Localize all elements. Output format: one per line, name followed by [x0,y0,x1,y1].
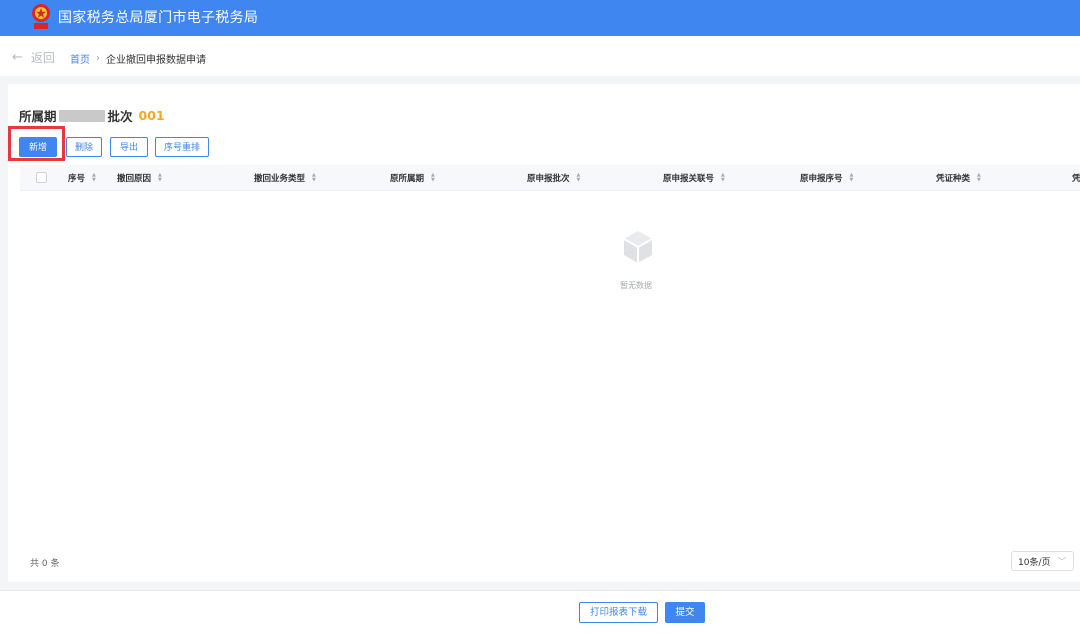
back-button[interactable]: ← 返回 [12,49,55,66]
column-header[interactable]: 原所属期 ▲ ▼ [390,172,435,185]
table-header: 序号 ▲ ▼ 撤回原因 ▲ ▼ 撤回业务类型 ▲ ▼ 原所属期 ▲ ▼ 原申报批次 ▲ ▼ 原申报关… [20,165,1080,191]
column-header[interactable]: 原申报序号 ▲ ▼ [800,172,854,185]
redacted-period-value [58,109,105,122]
back-label: 返回 [30,51,55,65]
column-header[interactable]: 撤回原因 ▲ ▼ [117,172,162,185]
breadcrumb-current: 企业撤回申报数据申请 [106,55,206,66]
sort-icon[interactable]: ▲ ▼ [721,173,725,183]
main-card: 所属期 批次 001 新增 删除 导出 序号重排 序号 ▲ ▼ 撤回原因 ▲ ▼ 撤回业… [8,84,1080,582]
select-all-checkbox[interactable] [36,172,47,183]
breadcrumb-home[interactable]: 首页 [70,51,90,66]
breadcrumb-bar: ← 返回 首页 › 企业撤回申报数据申请 [0,36,1080,76]
breadcrumb: 首页 › 企业撤回申报数据申请 [70,51,206,66]
empty-box-icon [623,231,653,263]
footer-bar: 打印报表下载 提交 [0,590,1080,634]
column-header[interactable]: 原申报关联号 ▲ ▼ [663,172,725,185]
empty-state-text: 暂无数据 [620,281,652,290]
column-header[interactable]: 撤回业务类型 ▲ ▼ [254,172,316,185]
app-title: 国家税务总局厦门市电子税务局 [58,10,259,26]
export-button[interactable]: 导出 [110,137,148,157]
delete-button[interactable]: 删除 [66,137,102,157]
page-size-value: 10条/页 [1018,557,1051,568]
sort-icon[interactable]: ▲ ▼ [92,173,96,183]
arrow-left-icon: ← [12,50,23,65]
column-header[interactable]: 序号 ▲ ▼ [68,172,96,185]
app-header: 国家税务总局厦门市电子税务局 [0,0,1080,36]
add-button[interactable]: 新增 [19,137,57,157]
print-download-button[interactable]: 打印报表下载 [579,602,658,623]
submit-button[interactable]: 提交 [665,602,705,623]
chevron-right-icon: › [96,53,100,64]
column-header[interactable]: 凭证种类 ▲ ▼ [936,172,981,185]
sort-icon[interactable]: ▲ ▼ [158,173,162,183]
batch-label: 批次 [107,109,133,124]
period-batch-info: 所属期 批次 001 [19,106,165,125]
sort-icon[interactable]: ▲ ▼ [977,173,981,183]
column-header[interactable]: 原申报批次 ▲ ▼ [527,172,581,185]
sort-icon[interactable]: ▲ ▼ [312,173,316,183]
national-emblem-icon [32,4,50,29]
period-label: 所属期 [19,109,57,124]
page-size-select[interactable]: 10条/页 ﹀ [1011,551,1074,571]
sort-icon[interactable]: ▲ ▼ [577,173,581,183]
sort-icon[interactable]: ▲ ▼ [850,173,854,183]
reorder-button[interactable]: 序号重排 [155,137,209,157]
total-count: 共 0 条 [30,559,60,569]
batch-value: 001 [138,108,165,123]
chevron-down-icon: ﹀ [1058,557,1066,566]
column-header[interactable]: 凭 [1072,172,1080,184]
sort-icon[interactable]: ▲ ▼ [431,173,435,183]
